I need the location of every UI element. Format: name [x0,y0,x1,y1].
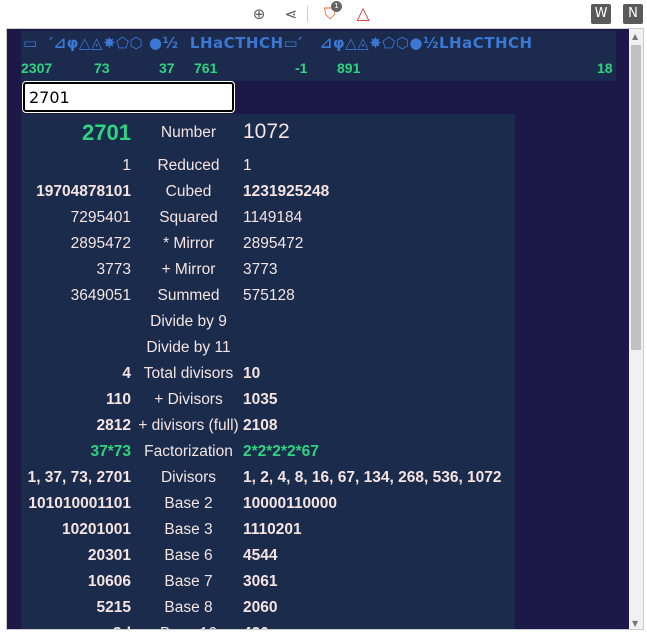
left-value: 110 [105,391,131,408]
right-value: 2108 [243,417,278,434]
right-value: 10 [243,365,261,382]
left-value: 2895472 [70,235,131,252]
divider [307,6,308,22]
table-row: 4 Total divisors 10 [21,362,515,388]
table-row: a8dBase 16430 [21,622,515,629]
left-value: 20301 [87,547,131,564]
right-value: 3773 [243,261,278,278]
right-value: 10000110000 [243,495,337,512]
row-label: * Mirror [163,235,214,252]
row-label: Summed [157,287,220,304]
extension-popup: ▭ ′⊿φ△◬✸⬠⬡ ●½ LHaCTHCH▭′ ⊿φ△◬✸⬠⬡●½LHaCTH… [6,28,644,630]
table-row: 5215 Base 8 2060 [21,596,515,622]
row-label: + Mirror [161,261,216,278]
table-row: 20301 Base 6 4544 [21,544,515,570]
left-value: 3649051 [70,287,131,304]
results-table: 2701 Number 1072 1 Reduced 1 19704878101 Cub… [21,114,515,629]
row-label: Base 7 [164,573,213,590]
table-row: Divide by 9 [21,310,515,336]
right-value: 2060 [243,599,278,616]
right-value: 2895472 [243,235,304,252]
header-number: 18 [597,60,613,76]
left-value: 5215 [96,599,131,616]
row-label: Divide by 11 [146,339,231,356]
table-row: 2895472 * Mirror 2895472 [21,232,515,258]
table-row: 1, 37, 73, 2701 Divisors 1, 2, 4, 8, 16, 6… [21,466,515,492]
right-value: 1035 [243,391,278,408]
browser-toolbar: ⊕ ⋖ ⛉ 1 △ W N [0,0,647,28]
right-value: 575128 [243,287,295,304]
header-panel: ▭ ′⊿φ△◬✸⬠⬡ ●½ LHaCTHCH▭′ ⊿φ△◬✸⬠⬡●½LHaCTH… [21,31,616,81]
table-row: Divide by 11 [21,336,515,362]
table-row: 7295401 Squared 1149184 [21,206,515,232]
row-label: Base 6 [164,547,213,564]
scroll-up-arrow-icon[interactable]: ▲ [632,32,638,41]
scrollbar-thumb[interactable] [631,45,641,350]
table-row: 3773 + Mirror 3773 [21,258,515,284]
row-label: Squared [159,209,218,226]
row-label: Number [160,124,217,141]
table-row: 101010001101 Base 2 10000110000 [21,492,515,518]
right-value: 4544 [243,547,278,564]
left-value: 10201001 [62,521,131,538]
number-input[interactable] [23,82,234,112]
row-label: Base 2 [164,495,213,512]
brave-rewards-icon[interactable]: △ [353,4,373,24]
left-value: 19704878101 [36,183,131,200]
brave-shields-icon[interactable]: ⛉ 1 [320,1,342,24]
left-value: 4 [122,365,131,382]
table-row: 37*73 Factorization 2*2*2*2*67 [21,440,515,466]
table-row-number: 2701 Number 1072 [21,118,515,150]
header-number: 891 [337,60,361,76]
scrollbar[interactable]: ▲ ▼ [629,29,643,629]
header-number: 37 [159,60,175,76]
zoom-icon[interactable]: ⊕ [249,4,269,24]
right-value: 2*2*2*2*67 [243,443,319,460]
table-row: 19704878101 Cubed 1231925248 [21,180,515,206]
table-row: 10606 Base 7 3061 [21,570,515,596]
row-label: + Divisors [154,391,223,408]
table-row: 110 + Divisors 1035 [21,388,515,414]
result-number: 1072 [243,120,290,143]
row-label: Cubed [165,183,212,200]
row-label: Divisors [160,469,217,486]
row-label: + divisors (full) [138,417,239,434]
right-value: 3061 [243,573,278,590]
left-value: 1, 37, 73, 2701 [27,469,131,486]
row-label: Total divisors [143,365,234,382]
row-label: Divide by 9 [150,313,227,330]
left-value: 2812 [96,417,131,434]
row-label: Base 3 [164,521,213,538]
left-value: 101010001101 [28,495,131,512]
table-row: 1 Reduced 1 [21,154,515,180]
extension-n-button[interactable]: N [623,4,643,24]
left-value: 7295401 [70,209,131,226]
left-value: 3773 [96,261,131,278]
right-value: 1231925248 [243,183,330,200]
header-number: 73 [94,60,110,76]
page-background-text [0,630,647,637]
row-label: Reduced [157,157,220,174]
table-row: 2812 + divisors (full) 2108 [21,414,515,440]
share-icon[interactable]: ⋖ [281,4,301,24]
right-value: 1110201 [243,521,302,538]
row-label: Base 8 [164,599,213,616]
table-row: 10201001 Base 3 1110201 [21,518,515,544]
right-value: 1149184 [243,209,303,226]
left-value: 1 [122,157,131,174]
row-label: Factorization [144,443,233,460]
gematria-glyph-row: ▭ ′⊿φ△◬✸⬠⬡ ●½ LHaCTHCH▭′ ⊿φ△◬✸⬠⬡●½LHaCTH… [23,34,533,52]
header-number: 761 [194,60,218,76]
scroll-down-arrow-icon[interactable]: ▼ [632,619,638,628]
left-value: 10606 [87,573,131,590]
left-value: 37*73 [90,443,131,460]
extension-w-button[interactable]: W [591,4,611,24]
input-number: 2701 [82,120,131,145]
header-number: -1 [295,60,308,76]
shields-badge: 1 [331,1,342,12]
right-value: 1, 2, 4, 8, 16, 67, 134, 268, 536, 1072 [243,469,502,486]
header-number: 2307 [21,60,53,76]
right-value: 1 [243,157,252,174]
table-row: 3649051 Summed 575128 [21,284,515,310]
